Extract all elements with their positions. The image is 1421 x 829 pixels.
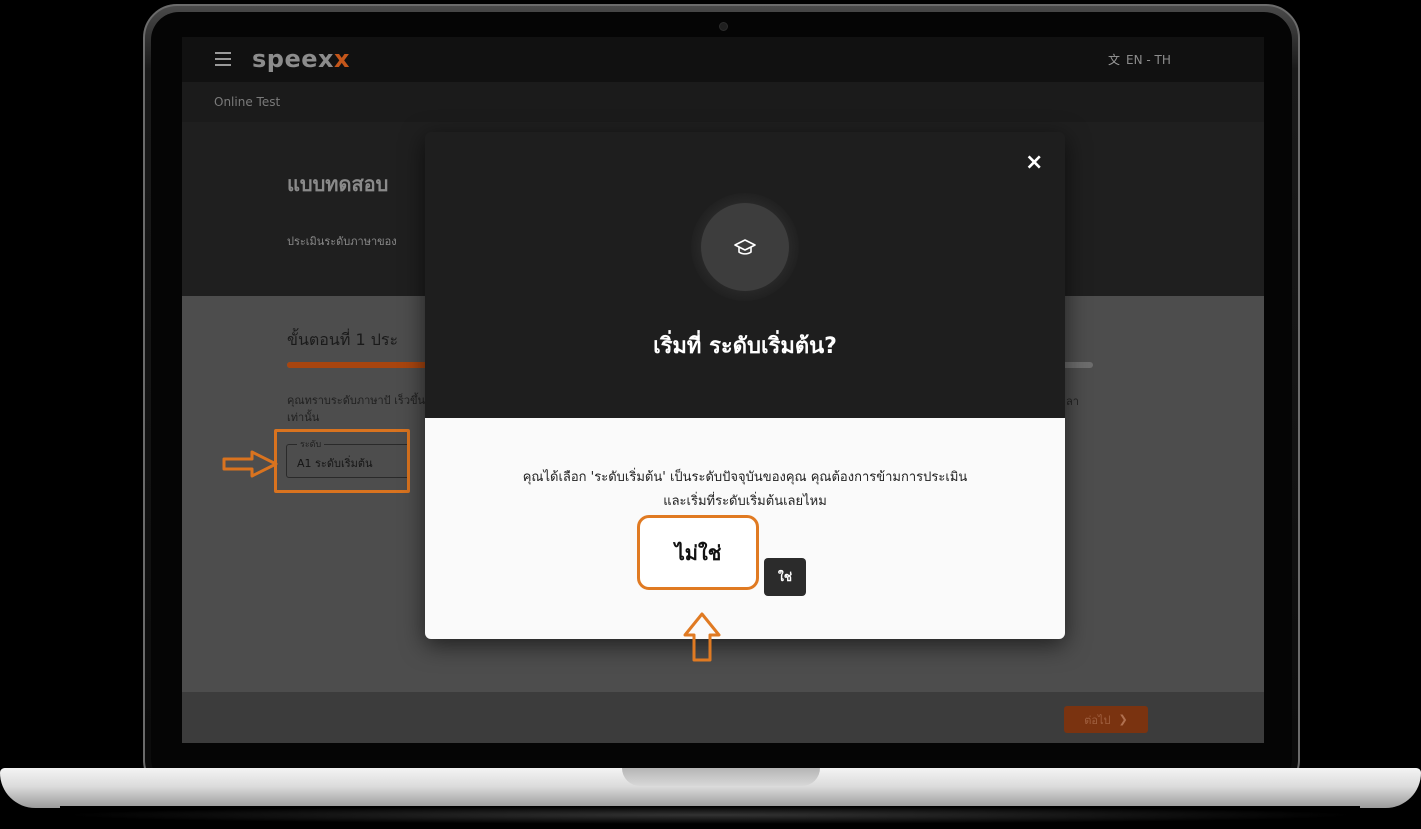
step-progress-fill (287, 362, 441, 368)
next-button[interactable]: ต่อไป ❯ (1064, 706, 1148, 733)
laptop-camera (719, 22, 728, 31)
arrow-right-icon (222, 450, 278, 478)
laptop-notch (622, 768, 820, 786)
brand-text: speex (252, 45, 334, 73)
dialog-message-line1: คุณได้เลือก 'ระดับเริ่มต้น' เป็นระดับปัจ… (522, 470, 968, 485)
top-bar: speexx 文 EN - TH (182, 37, 1264, 82)
level-highlight-frame (274, 429, 410, 493)
avatar (701, 203, 789, 291)
arrow-up-icon (683, 612, 721, 662)
translate-icon: 文 (1108, 53, 1121, 67)
dialog-body: คุณได้เลือก 'ระดับเริ่มต้น' เป็นระดับปัจ… (425, 418, 1065, 639)
dialog-message-line2: และเริ่มที่ระดับเริ่มต้นเลยไหม (663, 494, 827, 509)
yes-button[interactable]: ใช่ (764, 558, 806, 596)
laptop-shadow (60, 806, 1360, 824)
chevron-right-icon: ❯ (1118, 713, 1128, 726)
page-title: Online Test (214, 95, 281, 109)
graduation-cap-icon (734, 239, 756, 255)
close-icon[interactable]: × (1025, 152, 1043, 174)
step-title: ขั้นตอนที่ 1 ประ (287, 330, 399, 349)
next-button-label: ต่อไป (1084, 713, 1111, 727)
step-description-tail: ลา (1066, 395, 1079, 408)
sub-header: Online Test (182, 82, 1264, 122)
no-button[interactable]: ไม่ใช่ (643, 521, 753, 584)
app-screen: speexx 文 EN - TH Online Test แบบทดสอบ ประ… (182, 37, 1264, 743)
language-label: EN - TH (1126, 53, 1171, 67)
brand-accent: x (334, 45, 350, 73)
hero-subtitle: ประเมินระดับภาษาของ (287, 235, 397, 248)
dialog-header: × เริ่มที่ ระดับเริ่มต้น? (425, 132, 1065, 418)
hero-title: แบบทดสอบ (287, 172, 389, 196)
hamburger-icon[interactable] (215, 52, 231, 66)
confirm-dialog: × เริ่มที่ ระดับเริ่มต้น? คุณได้เลือก 'ร… (425, 132, 1065, 639)
language-switch[interactable]: 文 EN - TH (1108, 51, 1171, 68)
dialog-title: เริ่มที่ ระดับเริ่มต้น? (653, 334, 837, 359)
brand-logo: speexx (252, 45, 350, 73)
footer-bar: ต่อไป ❯ (182, 692, 1264, 743)
step-description: คุณทราบระดับภาษาปั เร็วขึ้นเท่านั้น (287, 394, 426, 424)
dialog-message: คุณได้เลือก 'ระดับเริ่มต้น' เป็นระดับปัจ… (455, 466, 1035, 514)
